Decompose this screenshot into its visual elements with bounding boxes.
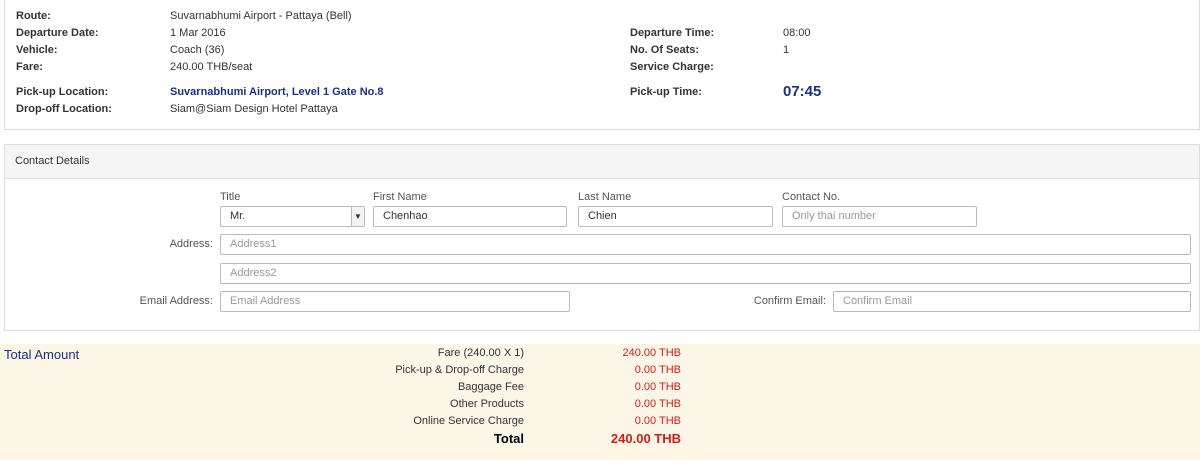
pickup-dropoff-line-label: Pick-up & Drop-off Charge	[395, 364, 524, 376]
baggage-fee-value: 0.00 THB	[634, 381, 681, 393]
first-name-input[interactable]: Chenhao	[373, 206, 567, 227]
online-service-charge-label: Online Service Charge	[413, 415, 524, 427]
total-amount-panel: Total Amount Fare (240.00 X 1) 240.00 TH…	[0, 344, 1200, 460]
dropoff-location-value: Siam@Siam Design Hotel Pattaya	[170, 103, 338, 115]
last-name-input[interactable]: Chien	[578, 206, 773, 227]
pickup-dropoff-line-value: 0.00 THB	[634, 364, 681, 376]
fare-line-value: 240.00 THB	[622, 347, 681, 359]
chevron-down-icon[interactable]: ▼	[351, 207, 364, 226]
contact-no-label: Contact No.	[782, 191, 841, 203]
grand-total-label: Total	[493, 431, 524, 446]
total-amount-title: Total Amount	[4, 347, 80, 362]
title-selected-value: Mr.	[230, 210, 246, 222]
trip-details-panel: Route: Suvarnabhumi Airport - Pattaya (B…	[4, 0, 1200, 130]
pickup-location-label: Pick-up Location:	[16, 86, 109, 98]
fare-value: 240.00 THB/seat	[170, 61, 253, 73]
route-label: Route:	[16, 10, 51, 22]
contact-details-panel: Contact Details Title Mr. ▼ First Name C…	[4, 144, 1200, 331]
online-service-charge-value: 0.00 THB	[634, 415, 681, 427]
address-label: Address:	[169, 238, 213, 250]
pickup-time-value: 07:45	[783, 83, 822, 100]
seats-value: 1	[783, 44, 790, 56]
seats-label: No. Of Seats:	[630, 44, 700, 56]
confirm-email-input[interactable]: Confirm Email	[833, 291, 1191, 312]
title-select[interactable]: Mr. ▼	[220, 206, 365, 227]
service-charge-label: Service Charge:	[630, 61, 714, 73]
dropoff-location-label: Drop-off Location:	[16, 103, 112, 115]
contact-no-input[interactable]: Only thai number	[782, 206, 977, 227]
email-label: Email Address:	[139, 295, 213, 307]
first-name-label: First Name	[373, 191, 427, 203]
departure-time-value: 08:00	[783, 27, 811, 39]
other-products-value: 0.00 THB	[634, 398, 681, 410]
departure-date-value: 1 Mar 2016	[170, 27, 226, 39]
other-products-label: Other Products	[450, 398, 524, 410]
address1-input[interactable]: Address1	[220, 234, 1191, 255]
email-input[interactable]: Email Address	[220, 291, 570, 312]
contact-details-heading: Contact Details	[5, 145, 1199, 179]
address2-input[interactable]: Address2	[220, 263, 1191, 284]
pickup-time-label: Pick-up Time:	[630, 86, 702, 98]
fare-label: Fare:	[16, 61, 43, 73]
fare-line-label: Fare (240.00 X 1)	[437, 347, 524, 359]
route-value: Suvarnabhumi Airport - Pattaya (Bell)	[170, 10, 352, 22]
baggage-fee-label: Baggage Fee	[457, 381, 524, 393]
grand-total-value: 240.00 THB	[610, 431, 681, 446]
title-label: Title	[220, 191, 241, 203]
vehicle-value: Coach (36)	[170, 44, 225, 56]
pickup-location-value: Suvarnabhumi Airport, Level 1 Gate No.8	[170, 86, 384, 98]
confirm-email-label: Confirm Email:	[753, 295, 826, 307]
vehicle-label: Vehicle:	[16, 44, 58, 56]
departure-date-label: Departure Date:	[16, 27, 99, 39]
departure-time-label: Departure Time:	[630, 27, 715, 39]
last-name-label: Last Name	[578, 191, 632, 203]
